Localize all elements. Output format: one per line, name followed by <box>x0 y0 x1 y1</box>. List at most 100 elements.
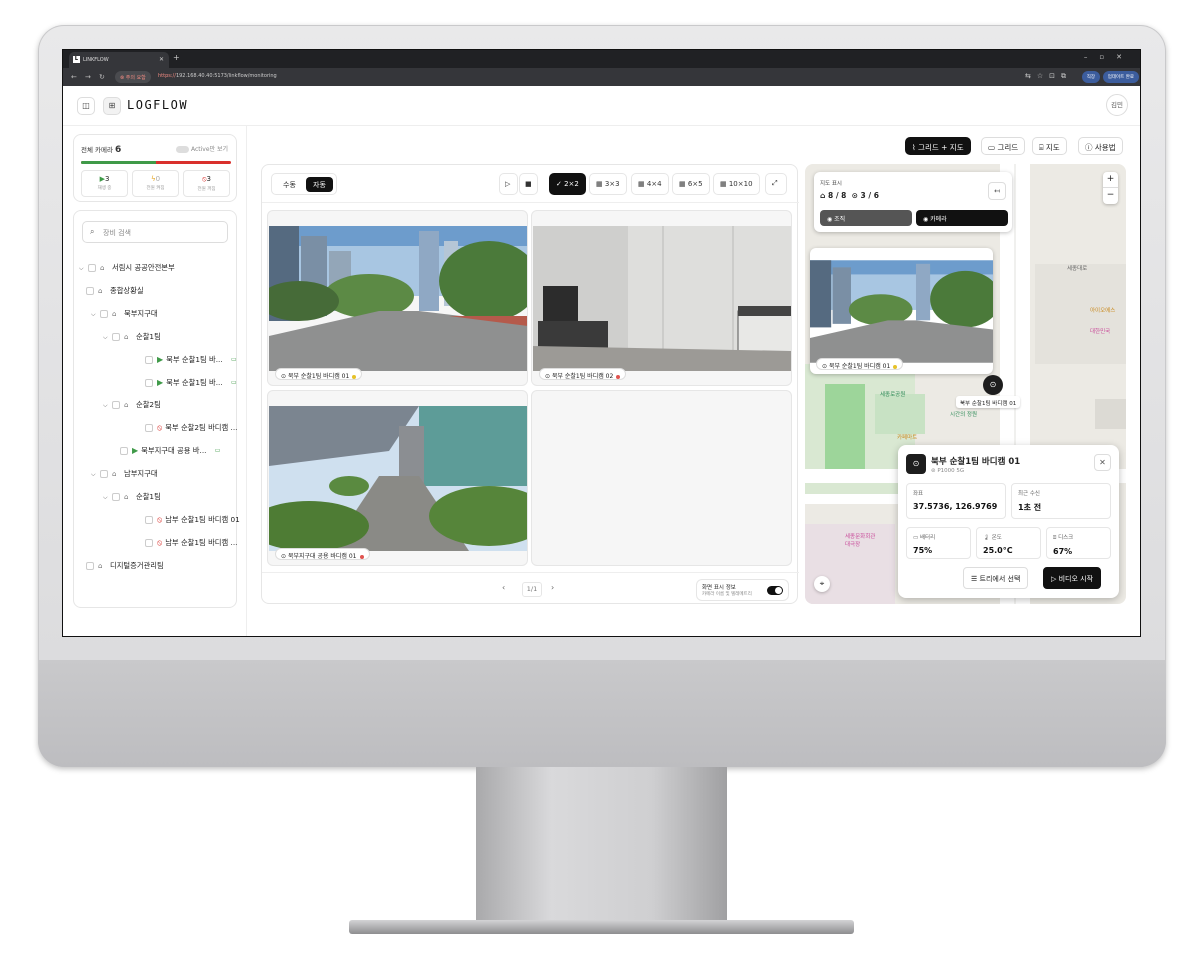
chevron-down-icon[interactable]: ⌵ <box>103 400 112 412</box>
close-icon[interactable]: ✕ <box>1094 454 1111 471</box>
tree-checkbox[interactable] <box>145 424 153 433</box>
tree-checkbox[interactable] <box>145 355 153 364</box>
map-display-panel: 지도 표시 ⌂ 8 / 8 ⊙ 3 / 6 ↤ ◉ 조직 ◉ 카메라 <box>814 172 1012 232</box>
manual-mode-button[interactable]: 수동 <box>276 177 303 192</box>
tree-checkbox[interactable] <box>100 309 108 318</box>
display-info-toggle[interactable]: 화면 표시 정보 카메라 이름 및 텔레메트리 <box>696 579 789 601</box>
brand-logo: LOGFLOW <box>127 98 189 112</box>
tree-node[interactable]: ⦸ 남부 순찰1팀 바디캠 01 <box>145 514 240 526</box>
org-toggle-button[interactable]: ◉ 조직 <box>820 210 912 226</box>
browser-toolbar-icons[interactable]: ⇆☆⊡⧉ <box>1025 72 1072 81</box>
new-tab-icon[interactable]: + <box>173 53 180 62</box>
zoom-in-icon[interactable]: + <box>1103 172 1118 187</box>
camera-tile[interactable]: ⊙ 북부지구대 공용 바디캠 01 <box>267 390 528 566</box>
apps-grid-icon[interactable]: ⊞ <box>103 97 121 115</box>
chevron-down-icon[interactable]: ⌵ <box>79 263 88 275</box>
sidebar-toggle-icon[interactable]: ◫ <box>77 97 95 115</box>
map-button[interactable]: ⌸ 지도 <box>1032 137 1067 155</box>
next-page-icon[interactable]: › <box>551 583 554 592</box>
grid-map-button[interactable]: ⌇ 그리드 + 지도 <box>905 137 971 155</box>
device-tree-panel: ⌕ 장비 검색 ⌵ ⌂ 서림시 공공안전본부 ⌂ 종합상황실 ⌵ ⌂ 북부지구대 ⌵ ⌂ 순찰1팀 ▶ 북… <box>73 210 240 608</box>
back-icon[interactable]: ← <box>71 73 77 81</box>
tree-checkbox[interactable] <box>112 493 120 501</box>
status-dot <box>616 374 621 379</box>
camera-marker-icon[interactable]: ⊙ <box>983 375 1003 395</box>
camera-feed <box>269 226 527 371</box>
play-icon[interactable]: ▷ <box>499 173 518 195</box>
tree-node-label: 북부지구대 <box>124 308 158 318</box>
toggle-switch[interactable] <box>767 586 783 595</box>
avatar[interactable]: 김민 <box>1106 94 1128 116</box>
tree-checkbox[interactable] <box>88 264 96 272</box>
search-input[interactable]: ⌕ 장비 검색 <box>82 221 228 243</box>
layout-6x5-button[interactable]: ▦ 6×5 <box>672 173 710 195</box>
chevron-down-icon[interactable]: ⌵ <box>91 309 100 321</box>
tree-checkbox[interactable] <box>86 286 94 295</box>
tree-node[interactable]: ⌵ ⌂ 남부지구대 <box>91 468 158 480</box>
auto-mode-button[interactable]: 자동 <box>306 177 333 192</box>
tree-node[interactable]: ⦸ 북부 순찰2팀 바디캠 ... <box>145 422 237 434</box>
tree-node[interactable]: ⌵ ⌂ 북부지구대 <box>91 308 158 320</box>
fullscreen-icon[interactable]: ⤢ <box>765 173 787 195</box>
tree-node[interactable]: ⌵ ⌂ 서림시 공공안전본부 <box>79 262 175 274</box>
tree-node[interactable]: ⌂ 종합상황실 <box>86 285 144 297</box>
zoom-controls: + − <box>1103 172 1118 204</box>
tree-checkbox[interactable] <box>86 561 94 570</box>
tree-node[interactable]: ⌵ ⌂ 순찰2팀 <box>103 399 161 411</box>
chevron-down-icon[interactable]: ⌵ <box>103 492 112 504</box>
tree-checkbox[interactable] <box>145 515 153 524</box>
window-controls[interactable]: –▫✕ <box>1084 53 1134 61</box>
tree-node[interactable]: ⌵ ⌂ 순찰1팀 <box>103 331 161 343</box>
tree-checkbox[interactable] <box>100 470 108 479</box>
layout-2x2-button[interactable]: ✓ 2×2 <box>549 173 586 195</box>
security-warning[interactable]: ⊗ 주의 요함 <box>115 71 151 83</box>
tree-checkbox[interactable] <box>112 401 120 410</box>
grid-button[interactable]: ▭ 그리드 <box>981 137 1026 155</box>
tree-checkbox[interactable] <box>120 447 128 456</box>
forward-icon[interactable]: → <box>85 73 91 81</box>
tree-node[interactable]: ⌵ ⌂ 순찰1팀 <box>103 491 161 503</box>
start-video-button[interactable]: ▷ 비디오 시작 <box>1043 567 1102 589</box>
map-camera-preview[interactable]: ⊙ 북부 순찰1팀 바디캠 01 <box>810 248 993 374</box>
map-panel[interactable]: 세종대로 아이오에스 대한민국 세종로공원 시간의 정원 카페마트 세종문화회관… <box>805 164 1126 604</box>
browser-tab[interactable]: L LINKFLOW ✕ <box>69 52 169 68</box>
tree-checkbox[interactable] <box>145 538 153 547</box>
tree-node-label: 남부 순찰1팀 바디캠 01 <box>165 514 240 524</box>
update-chip[interactable]: 업데이트 완료 <box>1102 71 1139 83</box>
camera-tile[interactable]: ⊙ 북부 순찰1팀 바디캠 01 <box>267 210 528 386</box>
collapse-icon[interactable]: ↤ <box>988 182 1006 200</box>
tab-title: LINKFLOW <box>83 57 109 63</box>
select-in-tree-button[interactable]: ☰ 트리에서 선택 <box>963 567 1029 589</box>
tree-checkbox[interactable] <box>145 378 153 387</box>
locate-icon[interactable]: ⌖ <box>814 576 830 592</box>
url-text[interactable]: https://192.168.40.40:5173/linkflow/moni… <box>158 73 277 79</box>
active-only-toggle[interactable]: Active만 보기 <box>175 144 228 153</box>
tree-node[interactable]: ⦸ 남부 순찰1팀 바디캠 ... <box>145 537 237 549</box>
reload-icon[interactable]: ↻ <box>99 73 105 81</box>
close-tab-icon[interactable]: ✕ <box>159 56 164 63</box>
tree-node-label: 종합상황실 <box>110 285 144 295</box>
tree-node[interactable]: ▶ 북부 순찰1팀 바... ▭ <box>145 354 237 366</box>
battery-icon: ▭ <box>214 447 221 455</box>
chevron-down-icon[interactable]: ⌵ <box>103 332 112 344</box>
offline-icon: ⦸ <box>157 423 163 433</box>
zoom-out-icon[interactable]: − <box>1103 187 1118 203</box>
playing-count: ▶3 재생 중 <box>81 170 128 197</box>
camera-tile[interactable]: ⊙ 북부 순찰1팀 바디캠 02 <box>531 210 792 386</box>
building-icon: ⌂ <box>124 493 129 501</box>
prev-page-icon[interactable]: ‹ <box>502 583 505 592</box>
help-button[interactable]: ⓘ 사용법 <box>1078 137 1123 155</box>
profile-chip[interactable]: 직장 <box>1081 71 1100 83</box>
tree-checkbox[interactable] <box>112 332 120 341</box>
camera-toggle-button[interactable]: ◉ 카메라 <box>916 210 1008 226</box>
layout-3x3-button[interactable]: ▦ 3×3 <box>589 173 627 195</box>
layout-4x4-button[interactable]: ▦ 4×4 <box>631 173 669 195</box>
tree-node[interactable]: ▶ 북부지구대 공용 바... ▭ <box>120 445 220 457</box>
layout-10x10-button[interactable]: ▦ 10×10 <box>713 173 760 195</box>
tree-node[interactable]: ▶ 북부 순찰1팀 바... ▭ <box>145 377 237 389</box>
chevron-down-icon[interactable]: ⌵ <box>91 469 100 481</box>
map-poi: 시간의 정원 <box>950 412 978 418</box>
tree-node[interactable]: ⌂ 디지털증거관리팀 <box>86 560 164 572</box>
empty-tile[interactable] <box>531 390 792 566</box>
stop-icon[interactable]: ■ <box>519 173 538 195</box>
